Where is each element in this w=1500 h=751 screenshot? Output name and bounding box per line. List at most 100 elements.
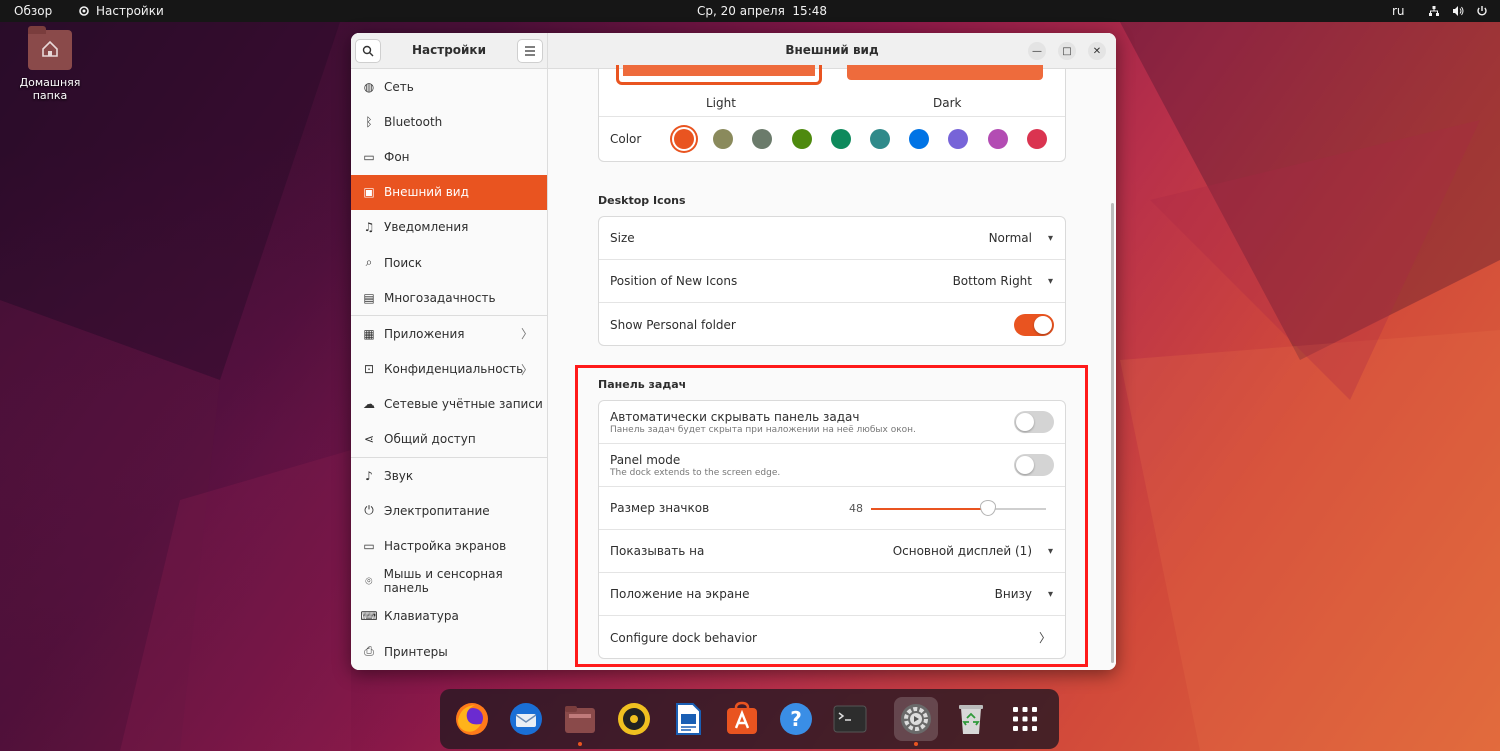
chevron-right-icon: 〉 — [520, 327, 533, 342]
files-icon — [565, 706, 595, 733]
globe-icon: ◍ — [363, 79, 375, 94]
dock-trash[interactable] — [949, 697, 993, 741]
style-light-label: Light — [706, 96, 736, 110]
sidebar-item-label: Внешний вид — [384, 185, 469, 200]
sidebar-item-apps[interactable]: ▦ Приложения 〉 — [351, 316, 547, 351]
menu-button[interactable] — [517, 39, 543, 63]
sidebar-header: Настройки — [351, 33, 547, 69]
input-source[interactable]: ru — [1392, 0, 1405, 22]
rhythmbox-icon — [618, 703, 650, 735]
sidebar-item-notifications[interactable]: ♫ Уведомления — [351, 210, 547, 245]
style-light-option[interactable] — [616, 65, 822, 85]
dock-thunderbird[interactable] — [504, 697, 548, 741]
running-indicator — [578, 742, 582, 746]
color-swatch[interactable] — [674, 129, 694, 149]
maximize-button[interactable]: □ — [1058, 42, 1076, 60]
chevron-down-icon: ▾ — [1047, 275, 1053, 287]
sidebar-item-sharing[interactable]: ⋖ Общий доступ — [351, 422, 547, 457]
dock-terminal[interactable] — [828, 697, 872, 741]
sidebar-item-label: Клавиатура — [384, 609, 459, 624]
search-icon: ⌕ — [365, 255, 373, 270]
writer-icon — [676, 703, 701, 735]
sidebar-item-label: Электропитание — [384, 503, 490, 518]
sidebar-item-label: Принтеры — [384, 644, 448, 659]
bluetooth-icon: ᛒ — [365, 114, 373, 129]
settings-icon — [901, 704, 931, 734]
dock-app-grid[interactable] — [1003, 697, 1047, 741]
clock[interactable]: Ср, 20 апреля 15:48 — [697, 0, 827, 22]
show-personal-row: Show Personal folder — [599, 303, 1065, 346]
dock: ? — [440, 689, 1059, 749]
sidebar-item-printers[interactable]: ⎙ Принтеры — [351, 634, 547, 669]
new-icons-position-row[interactable]: Position of New Icons Bottom Right ▾ — [599, 260, 1065, 303]
icon-size-row[interactable]: Size Normal ▾ — [599, 217, 1065, 260]
minimize-button[interactable]: — — [1028, 42, 1046, 60]
sidebar-item-keyboard[interactable]: ⌨ Клавиатура — [351, 599, 547, 634]
show-personal-toggle[interactable] — [1014, 313, 1054, 336]
sidebar-item-privacy[interactable]: ⊡ Конфиденциальность 〉 — [351, 352, 547, 387]
clock-label: Ср, 20 апреля 15:48 — [697, 4, 828, 18]
color-swatch[interactable] — [713, 129, 734, 149]
sidebar-item-label: Настройка экранов — [384, 539, 507, 554]
folder-icon — [28, 26, 72, 70]
style-dark-option[interactable] — [847, 65, 1043, 80]
dock-software[interactable] — [720, 697, 764, 741]
sidebar-item-sound[interactable]: ♪ Звук — [351, 458, 547, 493]
minimize-icon: — — [1032, 45, 1042, 57]
color-swatch[interactable] — [948, 129, 969, 149]
appearance-icon: ▣ — [363, 185, 375, 200]
color-swatch[interactable] — [870, 129, 890, 149]
lock-icon: ⊡ — [363, 362, 375, 377]
color-swatch[interactable] — [909, 129, 930, 149]
dock-writer[interactable] — [666, 697, 710, 741]
color-swatch[interactable] — [1026, 129, 1047, 149]
sidebar-item-bluetooth[interactable]: ᛒ Bluetooth — [351, 104, 547, 139]
close-icon: ✕ — [1092, 45, 1102, 57]
desktop-icons-card: Size Normal ▾ Position of New Icons Bott… — [598, 216, 1066, 346]
sidebar: Настройки ◍ Сеть ᛒ Bluetooth ▭ Фон ▣ Внешний… — [351, 33, 548, 670]
toggle-knob — [1034, 315, 1052, 334]
sidebar-item-online-accounts[interactable]: ☁ Сетевые учётные записи — [351, 387, 547, 422]
scrollbar[interactable] — [1111, 203, 1114, 663]
app-menu[interactable]: Настройки — [78, 0, 164, 22]
chevron-down-icon: ▾ — [1047, 232, 1053, 244]
home-folder[interactable]: Домашняя папка — [14, 26, 86, 102]
close-button[interactable]: ✕ — [1088, 42, 1106, 60]
sidebar-item-network[interactable]: ◍ Сеть — [351, 69, 547, 104]
desktop-icons-title: Desktop Icons — [598, 194, 686, 207]
system-menu[interactable] — [1428, 0, 1488, 22]
dock-settings[interactable] — [894, 697, 938, 746]
sidebar-item-label: Поиск — [384, 255, 423, 270]
sidebar-item-label: Сеть — [384, 79, 414, 94]
color-row: Color — [599, 117, 1065, 161]
dock-rhythmbox[interactable] — [612, 697, 656, 741]
dock-help[interactable]: ? — [774, 697, 818, 741]
dock-files[interactable] — [558, 697, 602, 746]
sidebar-item-mouse[interactable]: ⌾ Мышь и сенсорная панель — [351, 564, 547, 599]
color-swatch[interactable] — [830, 129, 851, 149]
sidebar-item-multitasking[interactable]: ▤ Многозадачность — [351, 280, 547, 315]
sidebar-item-label: Многозадачность — [384, 290, 496, 305]
display-icon: ▭ — [363, 539, 375, 554]
chevron-right-icon: 〉 — [520, 362, 533, 377]
share-icon: ⋖ — [363, 432, 375, 447]
color-swatch[interactable] — [987, 129, 1008, 149]
dock-firefox[interactable] — [450, 697, 494, 741]
sidebar-item-displays[interactable]: ▭ Настройка экранов — [351, 528, 547, 563]
new-icons-position-value: Bottom Right — [952, 274, 1032, 288]
power-icon: ⏻ — [364, 503, 374, 518]
sidebar-item-label: Конфиденциальность — [384, 362, 524, 377]
sidebar-item-label: Bluetooth — [384, 114, 443, 129]
app-menu-label: Настройки — [96, 4, 164, 18]
svg-text:?: ? — [790, 707, 802, 731]
network-icon — [1429, 6, 1439, 16]
sidebar-item-power[interactable]: ⏻ Электропитание — [351, 493, 547, 528]
color-swatch[interactable] — [752, 129, 773, 149]
color-swatch[interactable] — [791, 129, 812, 149]
firefox-icon — [456, 703, 488, 735]
overview-button[interactable]: Обзор — [14, 0, 52, 22]
top-bar: Обзор Настройки Ср, 20 апреля 15:48 ru — [0, 0, 1500, 22]
sidebar-item-appearance[interactable]: ▣ Внешний вид — [351, 174, 547, 210]
sidebar-item-background[interactable]: ▭ Фон — [351, 139, 547, 174]
sidebar-item-search[interactable]: ⌕ Поиск — [351, 245, 547, 280]
